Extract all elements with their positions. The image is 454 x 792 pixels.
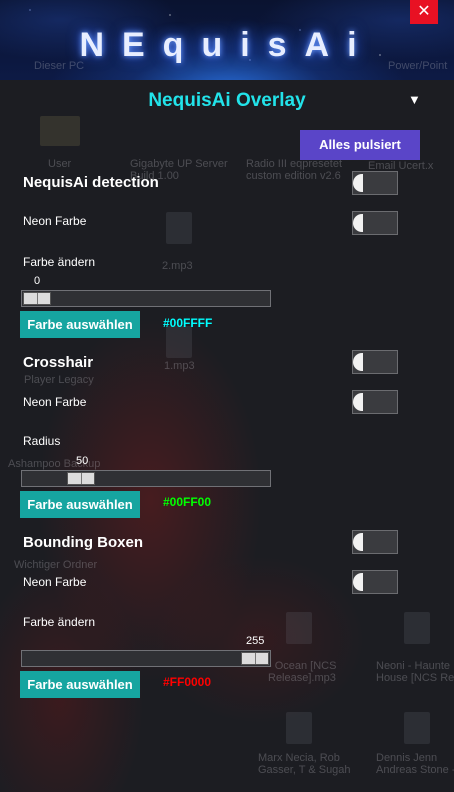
pulse-all-button[interactable]: Alles pulsiert [300,130,420,160]
pick-color-button[interactable]: Farbe auswählen [20,491,140,518]
neon-color-label: Neon Farbe [23,395,87,409]
radius-label: Radius [23,434,61,448]
bounding-boxes-color-slider[interactable] [21,650,271,667]
bounding-boxes-toggle[interactable] [352,530,398,554]
file-icon [166,326,192,358]
file-icon [286,612,312,644]
folder-icon [40,116,80,146]
close-button[interactable]: ✕ [410,0,438,24]
section-heading-bounding-boxes: Bounding Boxen [23,534,143,551]
file-icon [404,712,430,744]
toggle-knob [353,393,363,411]
pick-color-button[interactable]: Farbe auswählen [20,671,140,698]
desktop-icon-label: User [48,158,72,170]
slider-thumb[interactable] [23,292,51,305]
banner: Dieser PC Power/Point NEquisAi [0,0,454,80]
file-icon [404,612,430,644]
section-heading-detection: NequisAi detection [23,174,159,191]
desktop-icon-label: Player Legacy [24,374,94,386]
hex-color-value: #00FFFF [163,316,213,330]
desktop-icon-label: - Ocean [NCS Release].mp3 [268,660,337,684]
desktop-icon-label: 2.mp3 [162,260,193,272]
pick-color-button[interactable]: Farbe auswählen [20,311,140,338]
toggle-knob [353,573,363,591]
logo: NEquisAi [79,26,375,64]
detection-neon-toggle[interactable] [352,211,398,235]
desktop-icon-label: Dennis Jenn Andreas Stone - B [376,752,454,776]
desktop-icon-label: Neoni - Haunte House [NCS Re [376,660,454,684]
slider-thumb[interactable] [67,472,95,485]
neon-color-label: Neon Farbe [23,214,87,228]
desktop-icon-label: Marx Necia, Rob Gasser, T & Sugah [258,752,351,776]
slider-thumb[interactable] [241,652,269,665]
overlay-title: NequisAi Overlay [148,90,306,111]
neon-color-label: Neon Farbe [23,575,87,589]
slider-value: 50 [76,455,89,467]
toggle-knob [353,214,363,232]
toggle-knob [353,533,363,551]
slider-value: 255 [246,635,265,647]
hex-color-value: #FF0000 [163,675,212,689]
file-icon [286,712,312,744]
crosshair-neon-toggle[interactable] [352,390,398,414]
toggle-knob [353,174,363,192]
desktop-icon-label: Radio III eqpresetet custom edition v2.6 [246,158,343,182]
crosshair-radius-slider[interactable] [21,470,271,487]
bounding-boxes-neon-toggle[interactable] [352,570,398,594]
desktop-icon-label: Wichtiger Ordner [14,559,98,571]
desktop-icon-label: 1.mp3 [164,360,195,372]
section-heading-crosshair: Crosshair [23,354,94,371]
change-color-label: Farbe ändern [23,255,96,269]
crosshair-toggle[interactable] [352,350,398,374]
collapse-arrow-icon[interactable]: ▼ [408,92,421,107]
detection-toggle[interactable] [352,171,398,195]
detection-color-slider[interactable] [21,290,271,307]
change-color-label: Farbe ändern [23,615,96,629]
toggle-knob [353,353,363,371]
hex-color-value: #00FF00 [163,495,212,509]
file-icon [166,212,192,244]
slider-value: 0 [34,275,41,287]
